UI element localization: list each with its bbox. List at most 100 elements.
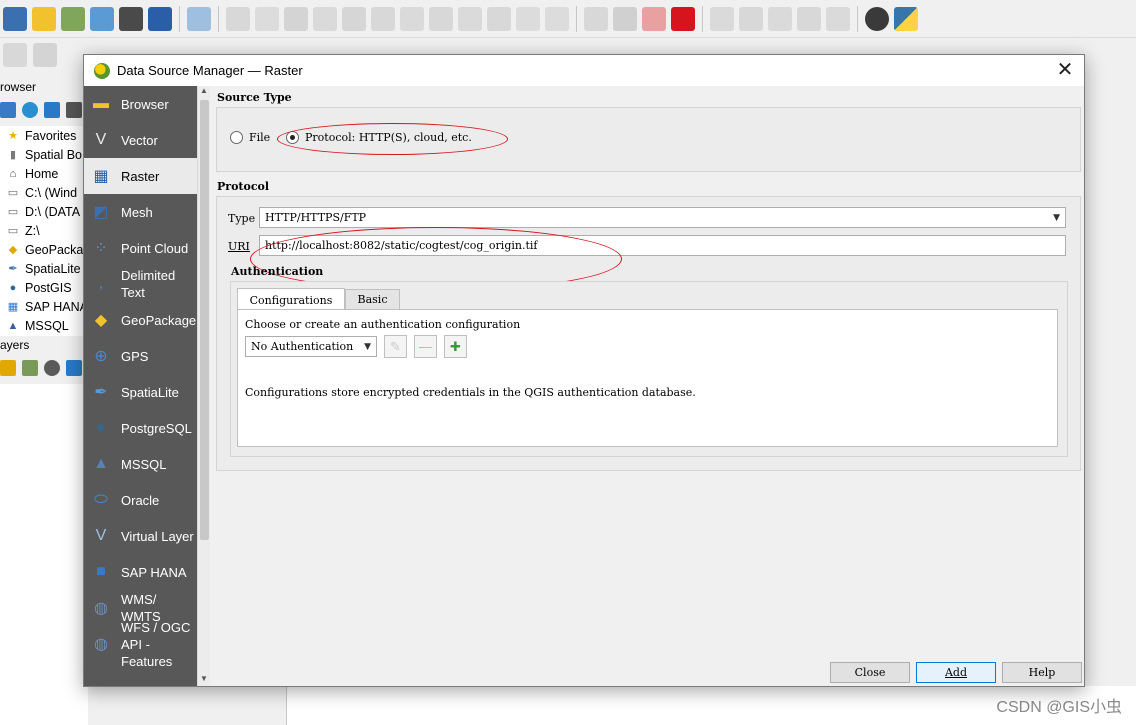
save-edits-icon[interactable] [284, 6, 308, 31]
add-group-icon[interactable] [22, 360, 38, 376]
undo-icon[interactable] [516, 6, 540, 31]
side-item-browser[interactable]: ▬ Browser [84, 86, 197, 122]
side-item-delimited-text[interactable]: , Delimited Text [84, 266, 197, 302]
label-highlight-icon[interactable] [642, 6, 666, 31]
browser-tree-item[interactable]: ▦ SAP HANA [0, 297, 88, 316]
browser-tree-item[interactable]: ▮ Spatial Bo [0, 145, 88, 164]
side-item-sap-hana[interactable]: ■ SAP HANA [84, 554, 197, 590]
label-pin-icon[interactable] [613, 6, 637, 31]
radio-file[interactable]: File [230, 131, 270, 144]
side-item-postgresql[interactable]: ● PostgreSQL [84, 410, 197, 446]
side-item-label: Vector [121, 132, 158, 148]
side-item-wfs-ogc-api-features[interactable]: ◍ WFS / OGC API - Features [84, 620, 197, 669]
add-config-button[interactable]: ✚ [444, 335, 467, 358]
edits-icon[interactable] [226, 6, 250, 31]
label-show-icon[interactable] [739, 6, 763, 31]
scroll-up-arrow-icon[interactable]: ▲ [198, 86, 210, 98]
tab-basic[interactable]: Basic [345, 289, 400, 310]
paste-features-icon[interactable] [487, 6, 511, 31]
side-item-vector[interactable]: V Vector [84, 122, 197, 158]
side-item-raster[interactable]: ▦ Raster [84, 158, 197, 194]
side-item-mssql[interactable]: ▲ MSSQL [84, 446, 197, 482]
scroll-down-arrow-icon[interactable]: ▼ [198, 674, 210, 686]
new-spatialite-icon[interactable] [90, 6, 114, 31]
delete-selected-icon[interactable] [400, 6, 424, 31]
label-rotate-icon[interactable] [768, 6, 792, 31]
side-item-spatialite[interactable]: ✒ SpatiaLite [84, 374, 197, 410]
side-item-gps[interactable]: ⊕ GPS [84, 338, 197, 374]
browser-tree-item[interactable]: ◆ GeoPacka [0, 240, 88, 259]
side-list-scrollbar[interactable]: ▲ ▼ [197, 86, 210, 686]
new-virtual-layer-icon[interactable] [148, 6, 172, 31]
new-shapefile-icon[interactable] [61, 6, 85, 31]
new-geopackage-icon[interactable] [32, 6, 56, 31]
bookmark-icon: ▮ [9, 149, 17, 161]
copy-features-icon[interactable] [458, 6, 482, 31]
side-item-label: SAP HANA [121, 564, 187, 580]
browser-tree-item[interactable]: ▲ MSSQL [0, 316, 88, 335]
side-item-label: Mesh [121, 204, 153, 220]
browser-tree-item[interactable]: ▭ D:\ (DATA [0, 202, 88, 221]
side-item-point-cloud[interactable]: ⁘ Point Cloud [84, 230, 197, 266]
elephant-icon: ● [96, 419, 106, 436]
side-item-virtual-layer[interactable]: V Virtual Layer [84, 518, 197, 554]
label-change-icon[interactable] [797, 6, 821, 31]
remove-config-button[interactable]: — [414, 335, 437, 358]
modify-attributes-icon[interactable] [371, 6, 395, 31]
open-data-source-manager-icon[interactable] [3, 6, 27, 31]
toolbar-separator [179, 5, 180, 32]
new-temporary-layer-icon[interactable] [119, 6, 143, 31]
deselect-icon[interactable] [33, 43, 57, 67]
browser-tree-item[interactable]: ● PostGIS [0, 278, 88, 297]
auth-config-value: No Authentication [251, 340, 354, 353]
style-icon[interactable] [0, 360, 16, 376]
browser-tree-item[interactable]: ▭ Z:\ [0, 221, 88, 240]
side-item-label: WFS / OGC API - Features [121, 619, 191, 669]
side-item-geopackage[interactable]: ◆ GeoPackage [84, 302, 197, 338]
cut-features-icon[interactable] [429, 6, 453, 31]
radio-file-indicator[interactable] [230, 131, 243, 144]
protocol-type-select[interactable]: HTTP/HTTPS/FTP ▼ [259, 207, 1066, 228]
add-button[interactable]: Add [916, 662, 996, 683]
close-button[interactable]: Close [830, 662, 910, 683]
plugin-icon[interactable] [865, 6, 889, 31]
filter-icon[interactable] [66, 360, 82, 376]
add-point-icon[interactable] [313, 6, 337, 31]
scrollbar-thumb[interactable] [200, 100, 209, 540]
vertex-tool-icon[interactable] [342, 6, 366, 31]
dialog-titlebar[interactable]: Data Source Manager — Raster ✕ [84, 55, 1084, 86]
browser-tree-item[interactable]: ★ Favorites [0, 126, 88, 145]
side-item-mesh[interactable]: ◩ Mesh [84, 194, 197, 230]
side-item-label: GeoPackage [121, 312, 197, 328]
protocol-heading: Protocol [217, 180, 270, 193]
eye-icon[interactable] [44, 360, 60, 376]
close-icon[interactable]: ✕ [1054, 59, 1076, 81]
edit-config-button[interactable]: ✎ [384, 335, 407, 358]
label-remove-icon[interactable] [671, 6, 695, 31]
browser-tree-item-label: C:\ (Wind [25, 185, 78, 200]
select-features-icon[interactable] [3, 43, 27, 67]
layers-list[interactable] [0, 384, 88, 725]
browser-tree-item[interactable]: ✒ SpatiaLite [0, 259, 88, 278]
virtual-layer-icon[interactable] [187, 6, 211, 31]
filter-icon[interactable] [44, 102, 60, 118]
browser-tree-item[interactable]: ▭ C:\ (Wind [0, 183, 88, 202]
label-move-icon[interactable] [710, 6, 734, 31]
mesh-icon: ◩ [93, 204, 109, 221]
redo-icon[interactable] [545, 6, 569, 31]
toggle-editing-icon[interactable] [255, 6, 279, 31]
tab-configurations[interactable]: Configurations [237, 288, 345, 311]
auth-config-select[interactable]: No Authentication ▼ [245, 336, 377, 357]
add-selected-layers-icon[interactable] [0, 102, 16, 118]
side-item-oracle[interactable]: ⬭ Oracle [84, 482, 197, 518]
collapse-all-icon[interactable] [66, 102, 82, 118]
label-properties-icon[interactable] [826, 6, 850, 31]
refresh-icon[interactable] [22, 102, 38, 118]
python-console-icon[interactable] [894, 6, 918, 31]
label-icon[interactable] [584, 6, 608, 31]
side-item-label: Raster [121, 168, 160, 184]
gps-icon: ⊕ [94, 348, 108, 365]
layers-toolbar [0, 360, 82, 376]
browser-tree-item[interactable]: ⌂ Home [0, 164, 88, 183]
help-button[interactable]: Help [1002, 662, 1082, 683]
